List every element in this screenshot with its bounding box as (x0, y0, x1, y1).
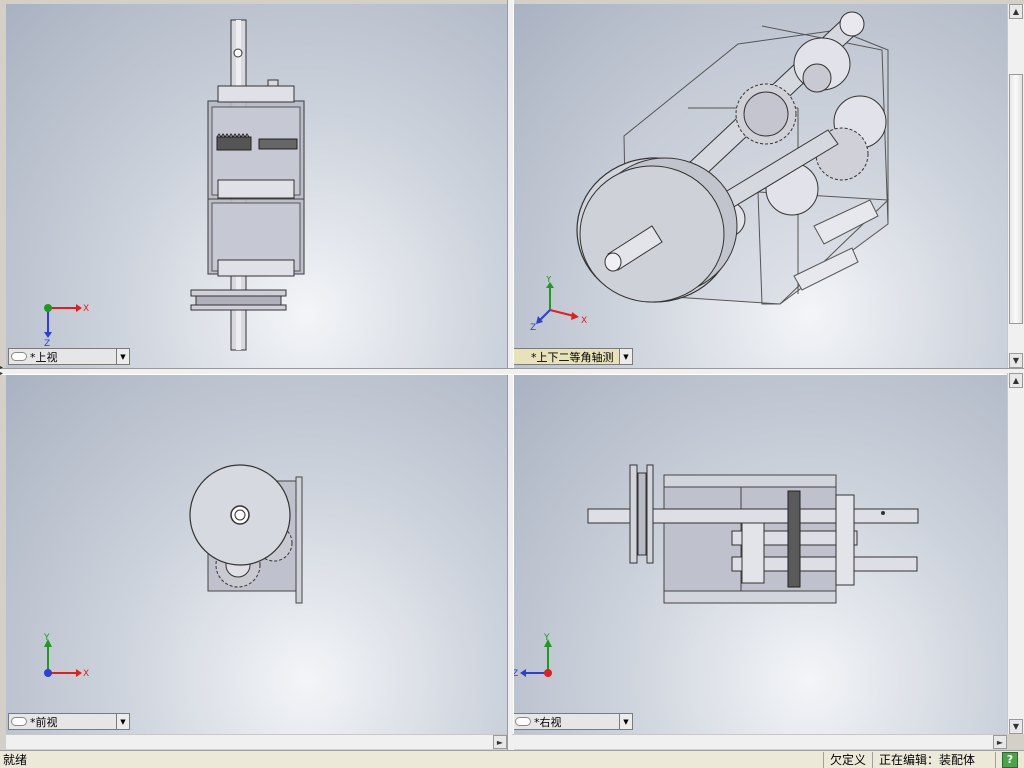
link-icon (11, 352, 27, 361)
vertical-scrollbar-bottom[interactable]: ▲ ▼ (1007, 373, 1024, 734)
triad-x-label: X (581, 316, 587, 326)
chevron-down-icon[interactable]: ▼ (116, 349, 129, 364)
scroll-up-icon[interactable]: ▲ (1009, 4, 1023, 19)
status-bar: 就绪 欠定义 正在编辑：装配体 ? (0, 750, 1024, 768)
viewport-right[interactable]: Y Z *右视 ▼ (512, 373, 1007, 734)
view-selector-isometric[interactable]: *上下二等角轴测 ▼ (512, 348, 633, 365)
triad-z-label: Z (530, 323, 536, 333)
scroll-right-icon[interactable]: ► (993, 735, 1007, 749)
viewport-splitter-vertical[interactable] (507, 0, 514, 750)
scroll-right-icon[interactable]: ► (493, 735, 507, 749)
view-label: *上视 (30, 350, 58, 364)
view-label: *上下二等角轴测 (531, 350, 614, 364)
link-icon (515, 717, 531, 726)
horizontal-scrollbar-right[interactable]: ► (512, 734, 1007, 749)
axis-triad: Y X Z (530, 276, 587, 333)
view-label: *前视 (30, 715, 58, 729)
view-selector-front[interactable]: *前视 ▼ (8, 713, 130, 730)
scroll-up-icon[interactable]: ▲ (1009, 373, 1023, 388)
triad-x-label: X (83, 669, 89, 679)
triad-y-label: Y (543, 633, 550, 643)
help-icon[interactable]: ? (1002, 751, 1018, 768)
view-selector-top[interactable]: *上视 ▼ (8, 348, 130, 365)
link-icon (11, 717, 27, 726)
status-help[interactable]: ? (995, 751, 1024, 768)
triad-y-label: Y (43, 633, 50, 643)
splitter-handle-icon[interactable]: ▸ ▸ (0, 365, 6, 379)
chevron-down-icon[interactable]: ▼ (619, 714, 632, 729)
axis-triad: Y Z (512, 633, 552, 679)
viewport-front[interactable]: Y X *前视 ▼ (6, 373, 507, 734)
right-view-model (587, 464, 919, 604)
status-ready: 就绪 (3, 753, 28, 767)
viewport-splitter-horizontal[interactable] (0, 368, 1024, 375)
status-definition: 欠定义 (822, 751, 872, 768)
status-editing: 正在编辑：装配体 (872, 751, 995, 768)
horizontal-scrollbar-left[interactable]: ► (6, 734, 507, 749)
chevron-down-icon[interactable]: ▼ (619, 349, 632, 364)
view-label: *右视 (534, 715, 562, 729)
triad-x-label: X (83, 304, 89, 314)
scroll-down-icon[interactable]: ▼ (1009, 353, 1023, 368)
view-selector-right[interactable]: *右视 ▼ (512, 713, 633, 730)
viewport-top[interactable]: X Z *上视 ▼ (6, 4, 507, 368)
axis-triad: X Z (44, 304, 89, 349)
chevron-down-icon[interactable]: ▼ (116, 714, 129, 729)
scroll-thumb[interactable] (1009, 74, 1023, 324)
viewport-isometric[interactable]: Y X Z *上下二等角轴测 ▼ (512, 4, 1007, 368)
scroll-down-icon[interactable]: ▼ (1009, 719, 1023, 734)
axis-triad: Y X (43, 633, 89, 679)
triad-y-label: Y (545, 276, 552, 285)
vertical-scrollbar-top[interactable]: ▲ ▼ (1007, 4, 1024, 368)
